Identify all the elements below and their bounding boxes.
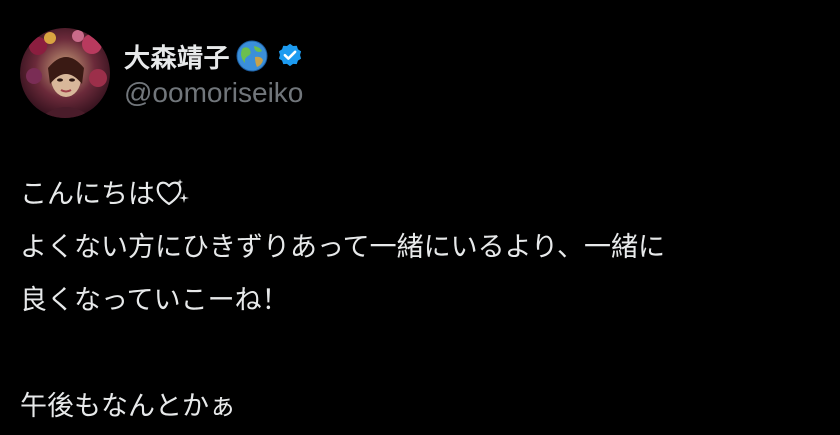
tweet-line-3: 良くなっていこーね！	[20, 285, 289, 316]
heart-sparkle-icon	[155, 174, 191, 206]
user-handle[interactable]: @oomoriseiko	[124, 77, 304, 109]
tweet-header: 大森靖子 @oomoriseiko	[20, 28, 304, 118]
tweet-line-4: 午後もなんとかぁ	[20, 391, 236, 422]
avatar[interactable]	[20, 28, 110, 118]
tweet-line-1-text: こんにちは	[20, 179, 155, 210]
tweet-line-1: こんにちは	[20, 168, 825, 221]
verified-badge-icon	[276, 42, 304, 70]
avatar-image	[20, 28, 110, 118]
user-info: 大森靖子 @oomoriseiko	[124, 28, 304, 118]
tweet-text: こんにちは よくない方にひきずりあって一緒にいるより、一緒に 良くなっていこーね…	[20, 168, 825, 433]
name-row: 大森靖子	[124, 37, 304, 75]
globe-icon	[234, 38, 270, 74]
tweet-line-2: よくない方にひきずりあって一緒にいるより、一緒に	[20, 232, 666, 263]
display-name[interactable]: 大森靖子	[124, 38, 230, 75]
